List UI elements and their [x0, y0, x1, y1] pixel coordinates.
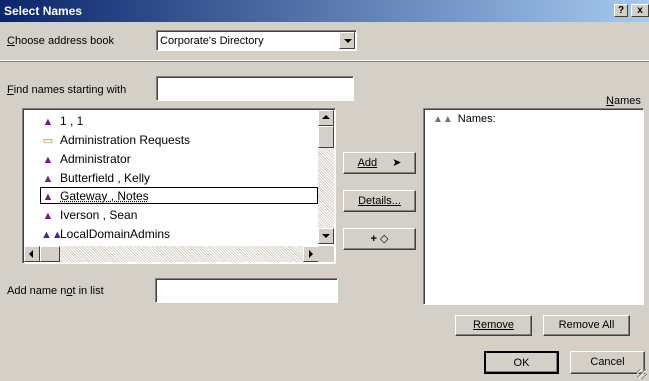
scroll-corner [318, 246, 334, 262]
find-names-label: Find names starting with [7, 84, 127, 96]
close-button[interactable]: x [631, 4, 649, 17]
cancel-button[interactable]: Cancel [570, 351, 645, 374]
address-book-band: Choose address book Corporate's Director… [0, 22, 649, 61]
names-header: ▲▲ Names: [433, 113, 496, 125]
group-icon: ▲▲ [41, 229, 63, 241]
help-button[interactable]: ? [614, 4, 628, 17]
close-icon: x [637, 5, 643, 16]
resize-grip-icon[interactable] [637, 369, 647, 379]
list-item[interactable]: ▲ Butterfield , Kelly [41, 169, 151, 187]
add-name-not-in-list-label: Add name not in list [7, 285, 104, 297]
arrow-left-icon [29, 250, 33, 258]
add-new-entry-button[interactable]: + ◇ [343, 228, 416, 250]
list-item[interactable]: ▲ Iverson , Sean [41, 206, 138, 224]
scroll-left-button[interactable] [24, 246, 40, 262]
names-panel-label: Names [606, 95, 641, 107]
arrow-up-icon [322, 115, 330, 119]
remove-all-button[interactable]: Remove All [543, 315, 630, 336]
address-book-dropdown-button[interactable] [339, 32, 355, 49]
person-icon: ▲ [42, 191, 54, 203]
address-list[interactable]: ▲ 1 , 1 ▭ Administration Requests ▲ Adminis… [22, 108, 336, 264]
title-bar: Select Names ? x [0, 0, 649, 22]
find-names-input[interactable] [156, 76, 354, 101]
list-item[interactable]: ▭ Administration Requests [41, 131, 190, 149]
arrow-down-icon [322, 234, 330, 238]
arrow-right-icon [309, 250, 313, 258]
scroll-thumb[interactable] [318, 126, 334, 148]
list-item[interactable]: ▲▲LocalDomainAdmins [41, 225, 170, 243]
hscroll-thumb[interactable] [40, 246, 60, 262]
arrow-right-icon: ➤ [392, 157, 402, 169]
details-button[interactable]: Details... [343, 190, 416, 212]
selected-names-list[interactable]: ▲▲ Names: [423, 108, 644, 305]
scroll-right-button[interactable] [303, 246, 319, 262]
chevron-down-icon [344, 39, 352, 43]
person-icon: ▲ [42, 210, 54, 222]
horizontal-scrollbar[interactable] [24, 246, 319, 262]
person-icon: ▲ [42, 154, 54, 166]
dialog-title: Select Names [4, 4, 83, 18]
list-item[interactable]: ▲ Administrator [41, 150, 131, 168]
list-item[interactable]: ▲ 1 , 1 [41, 112, 84, 130]
people-icon: ▲▲ [433, 114, 453, 125]
add-name-input[interactable] [155, 278, 338, 303]
select-names-dialog: Select Names ? x Choose address book Cor… [0, 0, 649, 381]
add-button[interactable]: Add ➤ [343, 152, 416, 174]
address-card-icon: ◇ [379, 233, 389, 245]
list-item-focused[interactable]: ▲ Gateway , Notes [40, 187, 318, 204]
ok-button[interactable]: OK [484, 351, 559, 374]
address-book-value: Corporate's Directory [160, 35, 264, 47]
person-icon: ▲ [42, 173, 54, 185]
address-book-label: Choose address book [7, 35, 115, 47]
remove-button[interactable]: Remove [455, 315, 532, 336]
address-book-select[interactable]: Corporate's Directory [156, 30, 357, 51]
scroll-up-button[interactable] [318, 110, 334, 126]
folder-icon: ▭ [42, 135, 54, 147]
vertical-scrollbar[interactable] [318, 110, 334, 244]
scroll-down-button[interactable] [318, 228, 334, 244]
person-icon: ▲ [42, 116, 54, 128]
